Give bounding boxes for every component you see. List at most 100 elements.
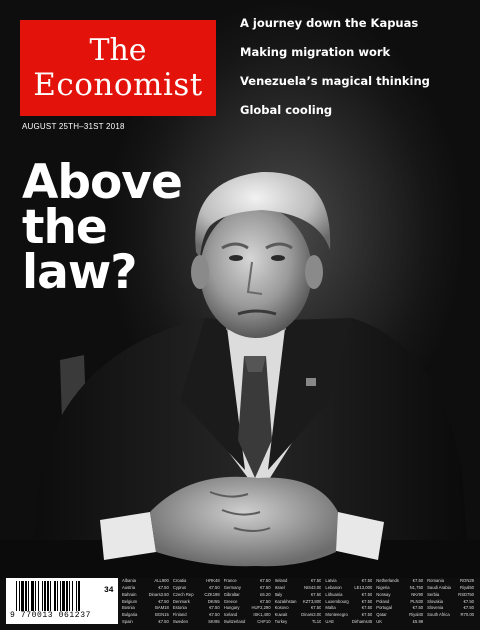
price-country: Lebanon xyxy=(325,584,342,590)
price-country: Albania xyxy=(122,578,136,583)
price-country: Lithuania xyxy=(325,591,343,597)
price-country: Romania xyxy=(427,578,444,583)
price-entry: Lithuania €7.50 xyxy=(325,592,372,599)
cover-title-line: Above xyxy=(22,155,183,210)
price-value: RSD750 xyxy=(458,591,474,597)
barcode-bar xyxy=(50,581,51,611)
price-value: €7.50 xyxy=(209,605,220,611)
barcode-bar xyxy=(19,581,20,611)
price-value: Riyal40 xyxy=(409,612,424,618)
headline-item[interactable]: Global cooling xyxy=(240,103,430,132)
price-country: Montenegro xyxy=(325,612,348,618)
price-country: Latvia xyxy=(325,578,337,583)
price-value: €7.50 xyxy=(260,598,271,604)
price-entry: Luxembourg €7.50 xyxy=(325,599,372,606)
price-country: Hungary xyxy=(223,605,240,611)
price-value: €7.50 xyxy=(310,591,322,597)
price-country: Cyprus xyxy=(172,584,187,590)
price-entry: Greece €7.50 xyxy=(224,599,271,606)
price-value: Dinars3.00 xyxy=(301,612,322,618)
price-entry xyxy=(427,619,474,626)
barcode-bar xyxy=(38,581,39,611)
price-entry: Croatia HRK48 xyxy=(173,578,220,585)
price-value: BAM18 xyxy=(155,605,169,611)
price-entry: Spain €7.50 xyxy=(122,619,169,626)
price-value: NKr90 xyxy=(411,591,424,597)
price-entry: Finland €7.50 xyxy=(173,612,220,619)
price-value: €7.50 xyxy=(361,605,373,611)
headline-item[interactable]: Making migration work xyxy=(240,45,430,74)
cover-title-line: the xyxy=(22,200,108,255)
price-entry: Cyprus €7.50 xyxy=(173,585,220,592)
price-value: €7.50 xyxy=(463,605,474,611)
price-country: Turkey xyxy=(274,619,288,625)
headline-item[interactable]: Venezuela’s magical thinking xyxy=(240,74,430,103)
price-country: Spain xyxy=(122,619,133,625)
price-value: DKr55 xyxy=(207,598,220,604)
price-value: €7.50 xyxy=(361,591,373,597)
barcode-bar xyxy=(54,581,56,611)
price-country: UAE xyxy=(325,619,335,625)
barcode-bar xyxy=(66,581,68,611)
price-value: ALL900 xyxy=(154,578,169,583)
price-country: Netherlands xyxy=(376,578,399,583)
price-entry: UK £5.99 xyxy=(376,619,423,626)
masthead-logo[interactable]: The Economist xyxy=(20,20,216,116)
flag-pin xyxy=(306,378,316,386)
price-value: Riyal50 xyxy=(460,584,474,590)
price-country: Saudi Arabia xyxy=(427,584,451,590)
price-entry: Montenegro €7.50 xyxy=(325,612,372,619)
price-entry: Qatar Riyal40 xyxy=(376,612,423,619)
price-entry: Italy €7.50 xyxy=(275,592,322,599)
price-country: Switzerland xyxy=(223,619,246,625)
barcode-bar xyxy=(69,581,70,611)
masthead-line-2: Economist xyxy=(33,66,203,103)
price-country: Ireland xyxy=(274,578,288,583)
price-value: PLN30 xyxy=(410,598,424,604)
price-country: Slovenia xyxy=(427,605,444,611)
barcode-bar xyxy=(72,581,73,611)
cover-headlines: A journey down the Kapuas Making migrati… xyxy=(240,16,430,132)
price-value: ISK1,400 xyxy=(253,612,271,618)
price-value: €7.50 xyxy=(260,578,271,583)
price-country: Austria xyxy=(122,584,136,590)
price-entry: Portugal €7.50 xyxy=(376,605,423,612)
price-value: €7.50 xyxy=(260,584,271,590)
headline-item[interactable]: A journey down the Kapuas xyxy=(240,16,430,45)
price-country: Slovakia xyxy=(427,598,443,604)
price-country: Croatia xyxy=(172,578,187,583)
price-list: Albania ALL900 Croatia HRK48 France €7.50 Irel… xyxy=(122,578,474,626)
magazine-cover: The Economist AUGUST 25TH–31ST 2018 A jo… xyxy=(0,0,480,630)
price-entry: Poland PLN30 xyxy=(376,599,423,606)
price-value: RON29 xyxy=(460,578,474,583)
barcode-bar xyxy=(31,581,34,611)
price-entry: Nigeria N1,750 xyxy=(376,585,423,592)
price-entry: South Africa R70.00 xyxy=(427,612,474,619)
issue-date: AUGUST 25TH–31ST 2018 xyxy=(22,122,125,131)
price-value: €7.50 xyxy=(412,605,424,611)
price-country: Luxembourg xyxy=(325,598,349,604)
price-country: Finland xyxy=(172,612,187,618)
price-country: Kazakhstan xyxy=(274,598,297,604)
price-entry: Malta €7.50 xyxy=(325,605,372,612)
price-entry: UAE Dirhams45 xyxy=(325,619,372,626)
face xyxy=(200,206,312,338)
price-entry: Bahrain Dinars3.50 xyxy=(122,592,169,599)
price-value: €7.50 xyxy=(209,612,220,618)
barcode-bar xyxy=(16,581,17,611)
price-entry: Albania ALL900 xyxy=(122,578,169,585)
price-value: HRK48 xyxy=(206,578,220,583)
price-value: €7.50 xyxy=(412,578,424,583)
price-value: R70.00 xyxy=(460,612,474,618)
cover-story-title[interactable]: Above the law? xyxy=(22,155,183,300)
price-value: SKr95 xyxy=(208,619,220,625)
price-value: €7.50 xyxy=(310,578,322,583)
barcode: 9 770013 061237 34 xyxy=(6,578,118,624)
price-entry: Hungary HUF2,290 xyxy=(224,605,271,612)
price-value: TL10 xyxy=(311,619,322,625)
cover-title-line: law? xyxy=(22,245,138,300)
price-country: Bahrain xyxy=(122,591,137,597)
price-entry: Turkey TL10 xyxy=(275,619,322,626)
price-value: €7.50 xyxy=(361,612,373,618)
price-entry: Kosovo €7.50 xyxy=(275,605,322,612)
